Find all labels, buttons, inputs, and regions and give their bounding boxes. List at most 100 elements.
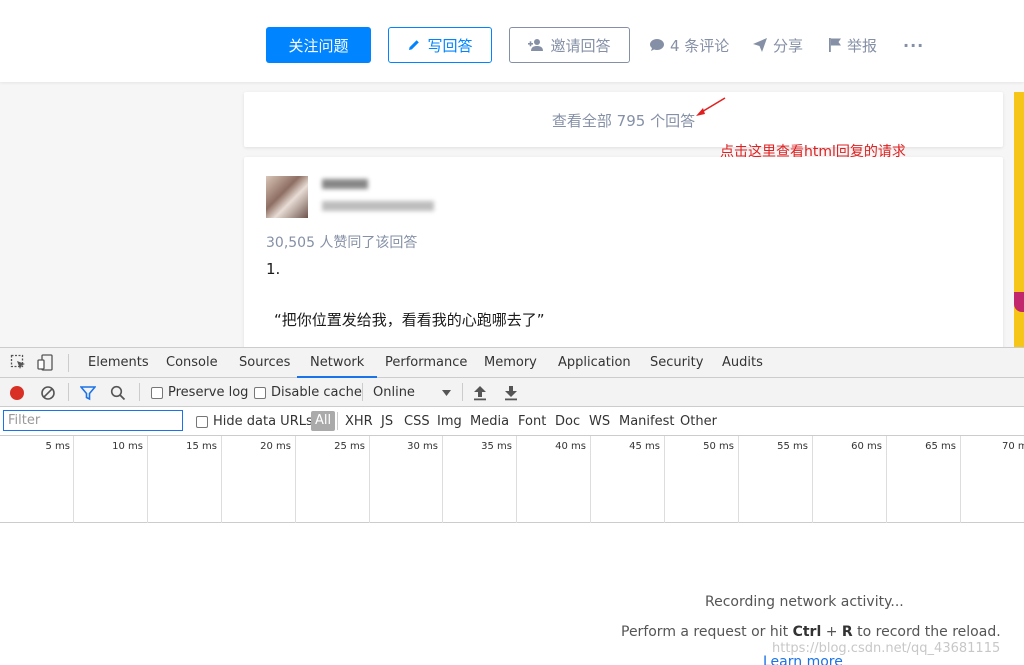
share-label: 分享 (773, 36, 804, 55)
devtools-panel: Elements Console Sources Network Perform… (0, 347, 1024, 665)
filter-input[interactable] (3, 410, 183, 431)
timeline-gridline (960, 436, 961, 523)
toolbar-divider (139, 383, 140, 401)
filter-type-ws[interactable]: WS (589, 407, 610, 436)
import-har-button[interactable] (473, 378, 487, 407)
more-ellipsis-icon: ··· (903, 35, 925, 55)
shortcut-ctrl: Ctrl (792, 624, 822, 640)
tab-elements[interactable]: Elements (88, 348, 149, 378)
timeline-tick-label: 15 ms (186, 441, 217, 452)
tab-application[interactable]: Application (558, 348, 631, 378)
filter-type-other[interactable]: Other (680, 407, 717, 436)
filter-type-css[interactable]: CSS (404, 407, 430, 436)
reload-hint: Perform a request or hit Ctrl + R to rec… (621, 624, 1001, 640)
dropdown-triangle-icon (442, 389, 451, 396)
checkbox-box[interactable] (196, 415, 208, 428)
write-button-label: 写回答 (427, 36, 473, 55)
preserve-log-label: Preserve log (168, 385, 249, 400)
flag-icon (828, 37, 842, 53)
tab-sources[interactable]: Sources (239, 348, 290, 378)
reload-hint-prefix: Perform a request or hit (621, 624, 793, 640)
throttling-value: Online (373, 385, 415, 400)
filter-type-media[interactable]: Media (470, 407, 509, 436)
filter-divider (337, 412, 338, 430)
tab-memory[interactable]: Memory (484, 348, 537, 378)
timeline-tick-label: 65 ms (925, 441, 956, 452)
blurred-author-bio (322, 201, 434, 211)
device-toolbar-icon[interactable] (37, 354, 54, 371)
record-icon (9, 385, 25, 401)
timeline-tick-label: 35 ms (481, 441, 512, 452)
tab-console[interactable]: Console (166, 348, 218, 378)
timeline-gridline (812, 436, 813, 523)
filter-type-xhr[interactable]: XHR (345, 407, 373, 436)
clear-button[interactable] (40, 378, 56, 407)
upload-icon (473, 385, 487, 401)
follow-button-label: 关注问题 (288, 36, 349, 55)
timeline-gridline (590, 436, 591, 523)
filter-type-js[interactable]: JS (381, 407, 393, 436)
record-button[interactable] (9, 378, 25, 407)
red-arrow-icon (696, 97, 726, 116)
checkbox-box[interactable] (254, 386, 266, 399)
pencil-icon (407, 38, 421, 52)
filter-type-all[interactable]: All (311, 411, 336, 431)
toolbar-divider (362, 383, 363, 401)
shortcut-plus: + (821, 624, 842, 640)
author-avatar[interactable] (266, 176, 308, 218)
toolbar-divider (462, 383, 463, 401)
disable-cache-checkbox[interactable]: Disable cache (254, 378, 362, 407)
filter-type-doc[interactable]: Doc (555, 407, 580, 436)
timeline-tick-label: 5 ms (45, 441, 71, 452)
share-link[interactable]: 分享 (752, 27, 803, 63)
funnel-icon (80, 385, 96, 401)
timeline-tick-label: 30 ms (407, 441, 438, 452)
reload-hint-suffix: to record the reload. (852, 624, 1001, 640)
timeline-gridline (147, 436, 148, 523)
filter-type-img[interactable]: Img (437, 407, 462, 436)
follow-question-button[interactable]: 关注问题 (266, 27, 371, 63)
timeline-gridline (369, 436, 370, 523)
comments-link[interactable]: 4 条评论 (649, 27, 729, 63)
report-link[interactable]: 举报 (828, 27, 877, 63)
network-empty-state: Recording network activity... Perform a … (0, 523, 1024, 665)
timeline-tick-label: 40 ms (555, 441, 586, 452)
search-button[interactable] (110, 378, 126, 407)
network-toolbar: Preserve log Disable cache Online (0, 378, 1024, 407)
more-options-button[interactable]: ··· (903, 27, 924, 63)
timeline-gridline (73, 436, 74, 523)
checkbox-box[interactable] (151, 386, 163, 399)
add-user-icon (528, 38, 544, 52)
tab-audits[interactable]: Audits (722, 348, 763, 378)
invite-button-label: 邀请回答 (550, 36, 611, 55)
network-timeline-overview[interactable]: 5 ms 10 ms 15 ms 20 ms 25 ms 30 ms 35 ms… (0, 436, 1024, 523)
tab-security[interactable]: Security (650, 348, 703, 378)
timeline-tick-label: 45 ms (629, 441, 660, 452)
export-har-button[interactable] (504, 378, 518, 407)
comments-label: 4 条评论 (670, 36, 730, 55)
view-all-answers-card[interactable]: 查看全部 795 个回答 (244, 92, 1003, 147)
filter-type-manifest[interactable]: Manifest (619, 407, 674, 436)
timeline-tick-label: 70 m (1002, 441, 1024, 452)
filter-toggle-button[interactable] (80, 378, 96, 407)
timeline-gridline (221, 436, 222, 523)
preserve-log-checkbox[interactable]: Preserve log (151, 378, 248, 407)
timeline-tick-label: 20 ms (260, 441, 291, 452)
disable-cache-label: Disable cache (271, 385, 362, 400)
view-all-answers-link[interactable]: 查看全部 795 个回答 (244, 110, 1003, 131)
timeline-gridline (516, 436, 517, 523)
invite-answer-button[interactable]: 邀请回答 (509, 27, 630, 63)
write-answer-button[interactable]: 写回答 (388, 27, 492, 63)
inspect-element-icon[interactable] (10, 354, 27, 371)
filter-type-font[interactable]: Font (518, 407, 546, 436)
timeline-tick-label: 10 ms (112, 441, 143, 452)
network-filter-bar: Hide data URLs All XHR JS CSS Img Media … (0, 407, 1024, 436)
throttling-select[interactable]: Online (373, 378, 451, 407)
hide-data-urls-label: Hide data URLs (213, 414, 313, 429)
comment-bubble-icon (649, 37, 665, 53)
tab-network[interactable]: Network (297, 348, 378, 378)
tab-performance[interactable]: Performance (385, 348, 467, 378)
learn-more-link[interactable]: Learn more (763, 654, 843, 665)
answer-quote: “把你位置发给我，看看我的心跑哪去了” (274, 311, 545, 329)
hide-data-urls-checkbox[interactable]: Hide data URLs (196, 407, 313, 436)
